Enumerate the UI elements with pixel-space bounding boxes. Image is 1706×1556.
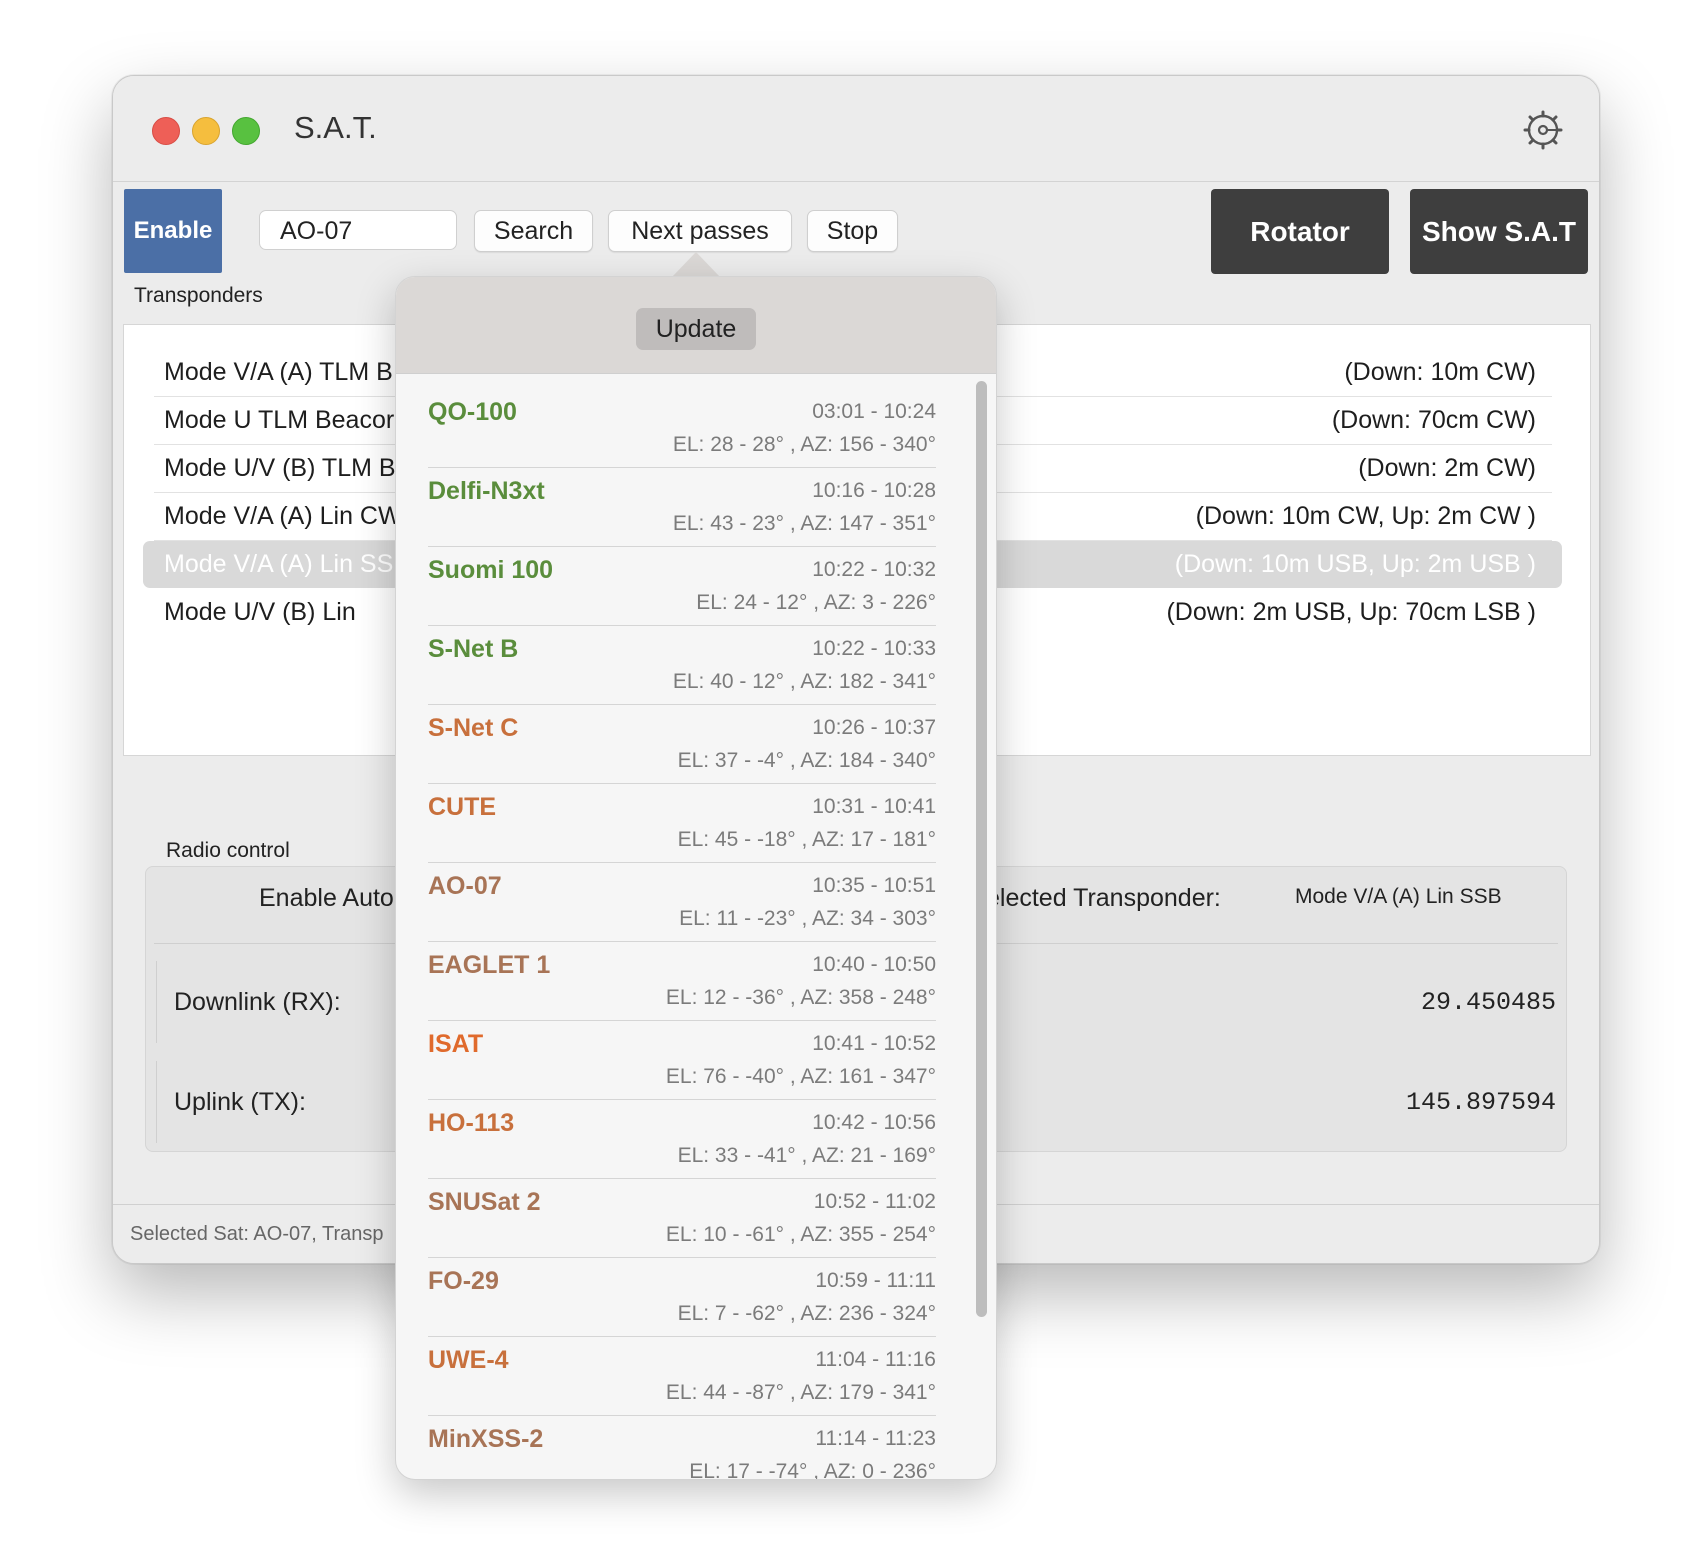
pass-satellite-name: EAGLET 1: [428, 951, 551, 979]
satellite-search-input[interactable]: AO-07: [259, 210, 457, 250]
uplink-frequency: 145.897594: [1405, 1088, 1556, 1117]
next-passes-button[interactable]: Next passes: [608, 210, 792, 252]
pass-time: 10:40 - 10:50: [812, 953, 936, 976]
pass-item[interactable]: QO-100 03:01 - 10:24 EL: 28 - 28° , AZ: …: [428, 388, 936, 468]
pass-satellite-name: QO-100: [428, 398, 517, 426]
pass-time: 11:04 - 11:16: [815, 1348, 936, 1371]
transponders-label: Transponders: [134, 284, 263, 307]
selected-transponder-label: elected Transponder:: [986, 884, 1221, 912]
pass-time: 10:41 - 10:52: [812, 1032, 936, 1055]
pass-elevation-azimuth: EL: 12 - -36° , AZ: 358 - 248°: [665, 986, 936, 1009]
stop-button[interactable]: Stop: [807, 210, 898, 252]
pass-list: QO-100 03:01 - 10:24 EL: 28 - 28° , AZ: …: [396, 374, 996, 1479]
pass-satellite-name: UWE-4: [428, 1346, 509, 1374]
divider: [156, 961, 157, 1043]
pass-satellite-name: MinXSS-2: [428, 1425, 544, 1453]
popover-header: Update: [396, 277, 996, 374]
pass-item[interactable]: FO-29 10:59 - 11:11 EL: 7 - -62° , AZ: 2…: [428, 1257, 936, 1337]
pass-item[interactable]: AO-07 10:35 - 10:51 EL: 11 - -23° , AZ: …: [428, 862, 936, 942]
pass-time: 10:16 - 10:28: [812, 479, 936, 502]
pass-item[interactable]: Suomi 100 10:22 - 10:32 EL: 24 - 12° , A…: [428, 546, 936, 626]
pass-time: 10:22 - 10:33: [812, 637, 936, 660]
window-title: S.A.T.: [294, 110, 377, 145]
pass-satellite-name: SNUSat 2: [428, 1188, 541, 1216]
pass-elevation-azimuth: EL: 7 - -62° , AZ: 236 - 324°: [677, 1302, 936, 1325]
pass-time: 11:14 - 11:23: [815, 1427, 936, 1450]
divider: [156, 1061, 157, 1143]
pass-time: 10:59 - 11:11: [815, 1269, 936, 1292]
downlink-label: Downlink (RX):: [174, 988, 341, 1016]
pass-elevation-azimuth: EL: 10 - -61° , AZ: 355 - 254°: [665, 1223, 936, 1246]
downlink-frequency: 29.450485: [1420, 988, 1556, 1017]
selected-transponder-value: Mode V/A (A) Lin SSB: [1295, 885, 1502, 908]
pass-item[interactable]: Delfi-N3xt 10:16 - 10:28 EL: 43 - 23° , …: [428, 467, 936, 547]
pass-item[interactable]: SNUSat 2 10:52 - 11:02 EL: 10 - -61° , A…: [428, 1178, 936, 1258]
minimize-icon[interactable]: [192, 117, 220, 145]
uplink-label: Uplink (TX):: [174, 1088, 306, 1116]
pass-item[interactable]: CUTE 10:31 - 10:41 EL: 45 - -18° , AZ: 1…: [428, 783, 936, 863]
popover-scrollbar[interactable]: [976, 381, 987, 1317]
pass-satellite-name: Suomi 100: [428, 556, 554, 584]
pass-time: 10:52 - 11:02: [813, 1190, 936, 1213]
pass-time: 10:31 - 10:41: [812, 795, 936, 818]
radio-control-label: Radio control: [166, 839, 290, 862]
pass-satellite-name: CUTE: [428, 793, 497, 821]
pass-time: 10:42 - 10:56: [812, 1111, 936, 1134]
enable-button[interactable]: Enable: [124, 189, 222, 273]
show-sat-button[interactable]: Show S.A.T: [1410, 189, 1588, 274]
status-text: Selected Sat: AO-07, Transp: [130, 1223, 384, 1245]
pass-elevation-azimuth: EL: 76 - -40° , AZ: 161 - 347°: [665, 1065, 936, 1088]
pass-item[interactable]: S-Net C 10:26 - 10:37 EL: 37 - -4° , AZ:…: [428, 704, 936, 784]
pass-time: 10:26 - 10:37: [812, 716, 936, 739]
pass-item[interactable]: UWE-4 11:04 - 11:16 EL: 44 - -87° , AZ: …: [428, 1336, 936, 1416]
close-icon[interactable]: [152, 117, 180, 145]
pass-time: 10:22 - 10:32: [812, 558, 936, 581]
pass-item[interactable]: HO-113 10:42 - 10:56 EL: 33 - -41° , AZ:…: [428, 1099, 936, 1179]
pass-item[interactable]: S-Net B 10:22 - 10:33 EL: 40 - 12° , AZ:…: [428, 625, 936, 705]
pass-satellite-name: HO-113: [428, 1109, 515, 1137]
pass-time: 03:01 - 10:24: [812, 400, 936, 423]
titlebar: S.A.T.: [113, 76, 1599, 182]
pass-satellite-name: S-Net C: [428, 714, 519, 742]
pass-elevation-azimuth: EL: 33 - -41° , AZ: 21 - 169°: [677, 1144, 936, 1167]
pass-satellite-name: ISAT: [428, 1030, 484, 1058]
pass-elevation-azimuth: EL: 37 - -4° , AZ: 184 - 340°: [677, 749, 936, 772]
pass-elevation-azimuth: EL: 40 - 12° , AZ: 182 - 341°: [672, 670, 936, 693]
update-button[interactable]: Update: [636, 308, 756, 350]
pass-elevation-azimuth: EL: 28 - 28° , AZ: 156 - 340°: [672, 433, 936, 456]
pass-satellite-name: S-Net B: [428, 635, 519, 663]
pass-item[interactable]: EAGLET 1 10:40 - 10:50 EL: 12 - -36° , A…: [428, 941, 936, 1021]
pass-satellite-name: AO-07: [428, 872, 502, 900]
next-passes-popover: Update QO-100 03:01 - 10:24 EL: 28 - 28°…: [395, 276, 997, 1480]
pass-time: 10:35 - 10:51: [812, 874, 936, 897]
zoom-icon[interactable]: [232, 117, 260, 145]
pass-elevation-azimuth: EL: 17 - -74° , AZ: 0 - 236°: [689, 1460, 936, 1479]
pass-elevation-azimuth: EL: 45 - -18° , AZ: 17 - 181°: [677, 828, 936, 851]
pass-satellite-name: FO-29: [428, 1267, 499, 1295]
search-button[interactable]: Search: [474, 210, 593, 252]
enable-auto-label[interactable]: Enable Auto: [259, 884, 394, 913]
pass-item[interactable]: ISAT 10:41 - 10:52 EL: 76 - -40° , AZ: 1…: [428, 1020, 936, 1100]
popover-arrow: [672, 252, 720, 277]
pass-elevation-azimuth: EL: 11 - -23° , AZ: 34 - 303°: [679, 907, 936, 930]
pass-satellite-name: Delfi-N3xt: [428, 477, 545, 505]
gear-icon[interactable]: [1523, 110, 1563, 150]
pass-elevation-azimuth: EL: 44 - -87° , AZ: 179 - 341°: [665, 1381, 936, 1404]
pass-elevation-azimuth: EL: 43 - 23° , AZ: 147 - 351°: [672, 512, 936, 535]
rotator-button[interactable]: Rotator: [1211, 189, 1389, 274]
pass-elevation-azimuth: EL: 24 - 12° , AZ: 3 - 226°: [696, 591, 936, 614]
pass-item[interactable]: MinXSS-2 11:14 - 11:23 EL: 17 - -74° , A…: [428, 1415, 936, 1479]
